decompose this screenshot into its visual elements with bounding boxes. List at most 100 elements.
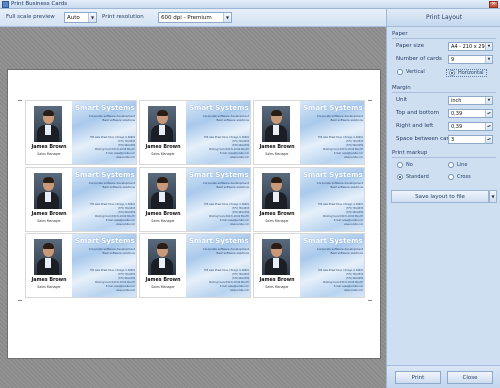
unit-label: Unit xyxy=(396,97,408,103)
card-detail-line: E-mail: sales@oursite.com xyxy=(334,152,363,155)
radio-icon[interactable] xyxy=(397,162,403,168)
card-person-role: Sales Manager xyxy=(265,152,289,156)
print-preview-area[interactable]: James Brown Sales Manager Smart Systems … xyxy=(0,27,386,388)
window-title: Print Business Cards xyxy=(11,1,68,7)
paper-size-select[interactable]: A4 - 210 x 297 ▼ xyxy=(448,42,493,51)
orientation-vertical-radio[interactable]: Vertical xyxy=(397,69,425,75)
markup-cross-radio[interactable]: Cross xyxy=(448,174,471,180)
card-detail-line: (775) 730-9533 xyxy=(117,273,135,277)
window-close-button[interactable]: ✕ xyxy=(489,1,498,8)
chevron-down-icon[interactable]: ▼ xyxy=(485,97,492,104)
resolution-label: Print resolution xyxy=(102,14,144,20)
app-icon xyxy=(2,1,9,8)
chevron-down-icon[interactable]: ▼ xyxy=(491,194,494,199)
spinner-arrows-icon[interactable]: ▴▾ xyxy=(485,123,492,130)
save-layout-menu-button[interactable]: ▼ xyxy=(489,190,497,203)
unit-value: inch xyxy=(451,98,462,104)
save-layout-button[interactable]: Save layout to file xyxy=(391,190,489,203)
card-tagline: Best software solutions xyxy=(330,184,363,189)
markup-section-title: Print markup xyxy=(392,150,428,156)
dialog-button-bar: Print Close xyxy=(387,365,500,388)
right-left-spinner[interactable]: 0,39 ▴▾ xyxy=(448,122,493,131)
chevron-down-icon[interactable]: ▼ xyxy=(485,56,492,63)
crop-mark xyxy=(18,300,22,301)
close-button[interactable]: Close xyxy=(447,371,493,384)
card-tagline: Best software solutions xyxy=(216,251,249,256)
section-divider xyxy=(392,92,496,93)
card-info-column: Smart Systems Corporate software develop… xyxy=(186,101,250,164)
business-card: James Brown Sales Manager Smart Systems … xyxy=(25,166,137,232)
card-detail-line: 555 Lake Street Drive, Chicago, IL 60601 xyxy=(204,202,249,206)
chevron-down-icon[interactable]: ▼ xyxy=(485,43,492,50)
card-detail-line: (776) 949-0259 xyxy=(231,144,249,147)
markup-line-radio[interactable]: Line xyxy=(448,162,467,168)
crop-mark xyxy=(18,100,22,101)
radio-icon[interactable] xyxy=(448,174,454,180)
card-tagline: Best software solutions xyxy=(216,184,249,189)
markup-standard-radio[interactable]: Standard xyxy=(397,174,429,180)
card-photo-column: James Brown Sales Manager xyxy=(140,101,186,164)
print-layout-panel: Print Layout Paper Paper size A4 - 210 x… xyxy=(386,9,500,388)
card-info-column: Smart Systems Corporate software develop… xyxy=(72,167,136,231)
card-info-column: Smart Systems Corporate software develop… xyxy=(300,101,364,164)
spinner-arrows-icon[interactable]: ▴▾ xyxy=(485,136,492,143)
person-photo xyxy=(262,106,290,142)
radio-selected-icon[interactable] xyxy=(397,174,403,180)
card-detail-line: www.oursite.com xyxy=(344,289,363,293)
card-detail-line: (776) 949-0259 xyxy=(117,210,135,214)
print-button[interactable]: Print xyxy=(395,371,441,384)
title-bar: Print Business Cards ✕ xyxy=(0,0,500,9)
crop-mark xyxy=(368,100,372,101)
card-info-column: Smart Systems Corporate software develop… xyxy=(72,234,136,298)
card-detail-line: 555 Lake Street Drive, Chicago, IL 60601 xyxy=(204,136,249,139)
card-photo-column: James Brown Sales Manager xyxy=(26,101,72,164)
card-detail-line: 555 Lake Street Drive, Chicago, IL 60601 xyxy=(90,269,135,273)
paper-sheet: James Brown Sales Manager Smart Systems … xyxy=(7,69,381,359)
card-person-name: James Brown xyxy=(145,278,181,284)
card-company-name: Smart Systems xyxy=(303,170,363,179)
card-company-name: Smart Systems xyxy=(303,237,363,246)
person-photo xyxy=(34,172,62,209)
card-detail-line: (775) 730-9533 xyxy=(345,206,363,210)
orientation-horizontal-radio[interactable]: Horizontal xyxy=(446,69,487,77)
card-tagline: Best software solutions xyxy=(330,251,363,256)
radio-selected-icon[interactable] xyxy=(449,70,455,76)
unit-select[interactable]: inch ▼ xyxy=(448,96,493,105)
card-person-role: Sales Manager xyxy=(37,152,61,156)
card-detail-line: 555 Lake Street Drive, Chicago, IL 60601 xyxy=(90,136,135,139)
card-person-name: James Brown xyxy=(145,145,181,150)
fullscale-select[interactable]: Auto ▼ xyxy=(64,12,97,23)
space-spinner[interactable]: 3 ▴▾ xyxy=(448,135,493,144)
top-bottom-label: Top and bottom xyxy=(396,110,440,116)
card-person-role: Sales Manager xyxy=(37,285,61,290)
card-detail-line: www.oursite.com xyxy=(344,222,363,226)
person-photo xyxy=(148,106,176,142)
num-cards-value: 9 xyxy=(451,57,455,63)
radio-icon[interactable] xyxy=(448,162,454,168)
card-person-role: Sales Manager xyxy=(151,285,175,290)
card-detail-line: Working hours 8:00 to 20:00 Mon-Fri xyxy=(95,281,135,285)
card-detail-line: E-mail: sales@oursite.com xyxy=(106,285,135,289)
card-detail-line: www.oursite.com xyxy=(116,289,135,293)
card-tagline: Best software solutions xyxy=(330,118,363,122)
card-company-name: Smart Systems xyxy=(189,237,249,246)
card-detail-line: (776) 949-0259 xyxy=(117,144,135,147)
card-detail-line: www.oursite.com xyxy=(230,222,249,226)
resolution-select[interactable]: 600 dpi - Premium ▼ xyxy=(158,12,232,23)
radio-icon[interactable] xyxy=(397,69,403,75)
card-company-name: Smart Systems xyxy=(75,170,135,179)
markup-no-radio[interactable]: No xyxy=(397,162,413,168)
chevron-down-icon[interactable]: ▼ xyxy=(88,13,96,22)
card-info-column: Smart Systems Corporate software develop… xyxy=(72,101,136,164)
card-detail-line: (776) 949-0259 xyxy=(231,210,249,214)
card-detail-line: 555 Lake Street Drive, Chicago, IL 60601 xyxy=(318,136,363,139)
card-detail-line: 555 Lake Street Drive, Chicago, IL 60601 xyxy=(318,269,363,273)
chevron-down-icon[interactable]: ▼ xyxy=(223,13,231,22)
spinner-arrows-icon[interactable]: ▴▾ xyxy=(485,110,492,117)
card-detail-line: Working hours 8:00 to 20:00 Mon-Fri xyxy=(209,281,249,285)
num-cards-select[interactable]: 9 ▼ xyxy=(448,55,493,64)
card-detail-line: 555 Lake Street Drive, Chicago, IL 60601 xyxy=(204,269,249,273)
margin-section-title: Margin xyxy=(392,85,411,91)
card-detail-line: (776) 949-0259 xyxy=(345,210,363,214)
top-bottom-spinner[interactable]: 0,39 ▴▾ xyxy=(448,109,493,118)
